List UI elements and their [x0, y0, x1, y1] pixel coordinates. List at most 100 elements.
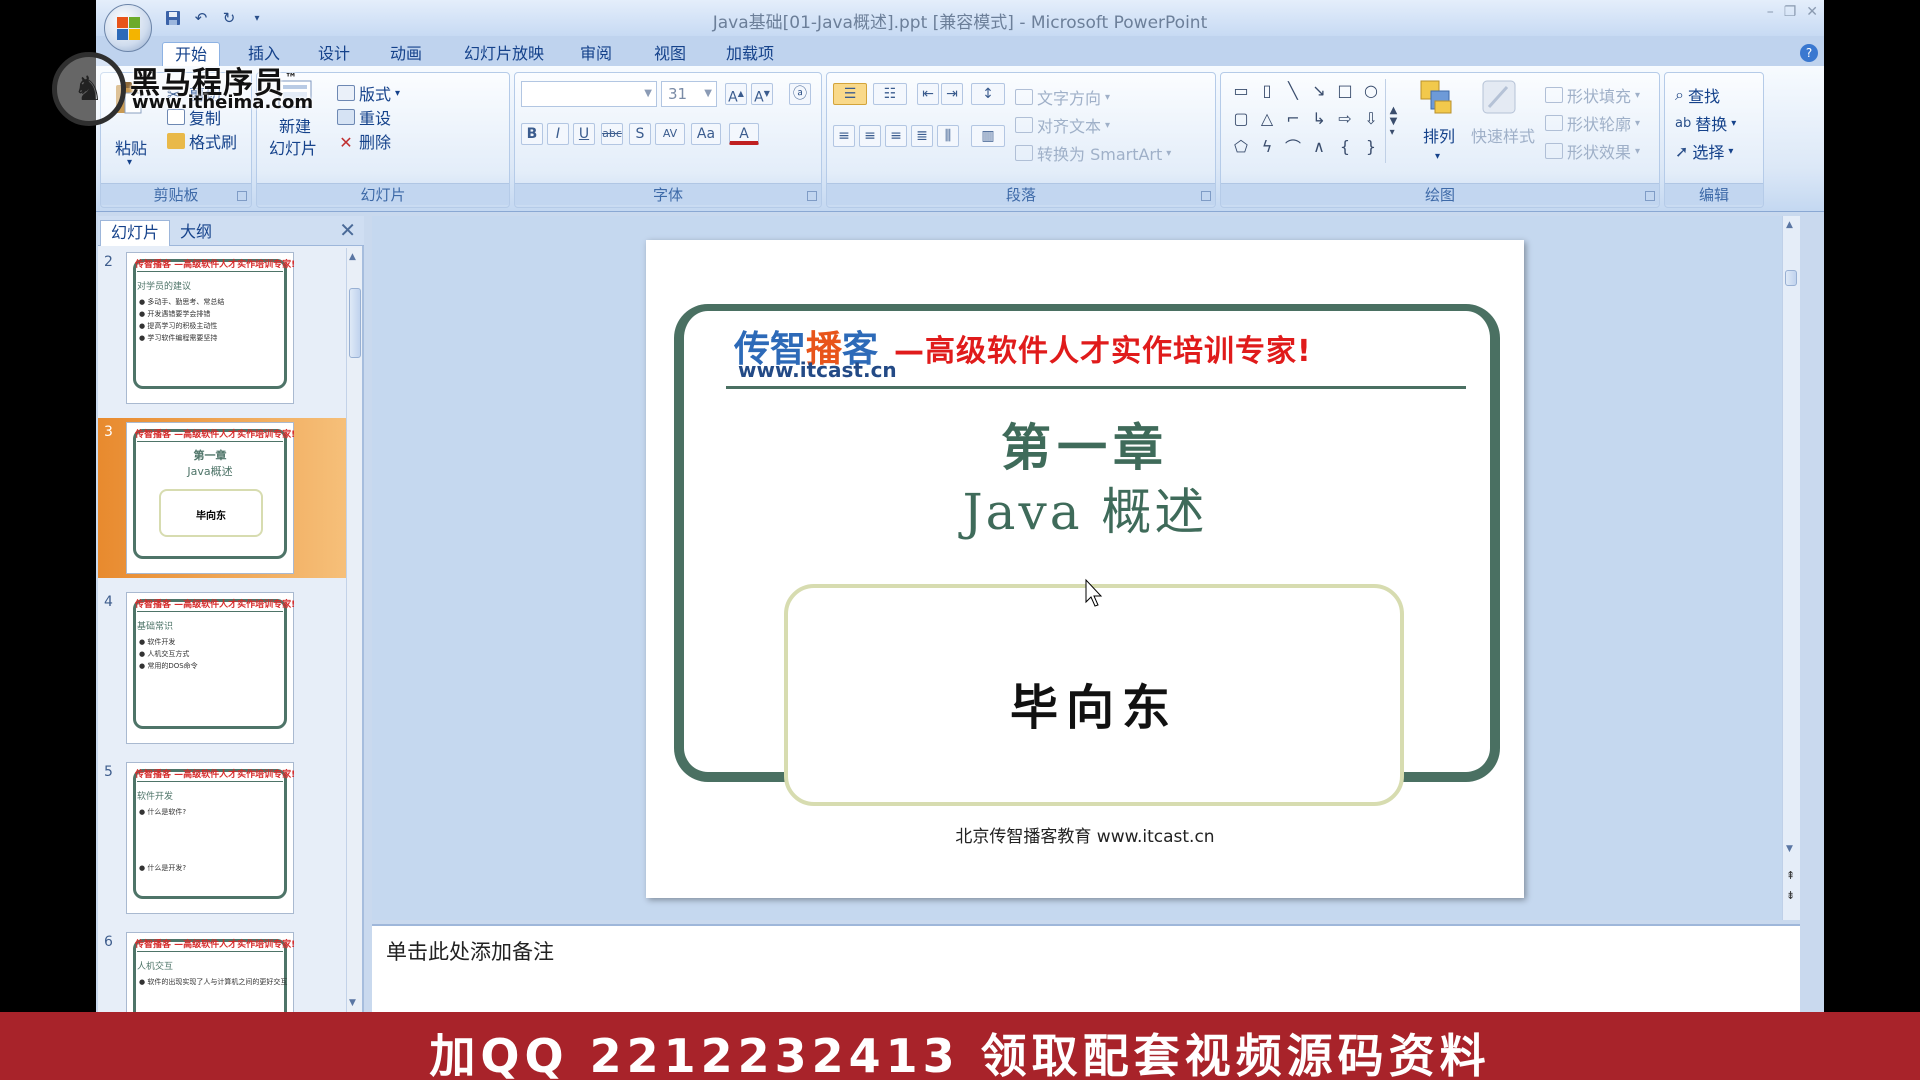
- distribute-button[interactable]: ⫼: [937, 125, 959, 147]
- new-slide-label-2[interactable]: 幻灯片: [269, 135, 317, 159]
- textbox-shape-icon[interactable]: ▭: [1229, 79, 1253, 101]
- reset-button[interactable]: 重设: [337, 105, 391, 129]
- rounded-rect-shape-icon[interactable]: ▢: [1229, 107, 1253, 129]
- thumbnail-slide-3-selected[interactable]: 3 传智播客 —高级软件人才实作培训专家! 第一章 Java概述 毕向东: [98, 418, 348, 578]
- elbow-arrow-shape-icon[interactable]: ↳: [1307, 107, 1331, 129]
- tab-slides[interactable]: 幻灯片: [100, 220, 171, 246]
- notes-placeholder[interactable]: 单击此处添加备注: [386, 936, 554, 966]
- justify-button[interactable]: ≣: [911, 125, 933, 147]
- arrow-line-shape-icon[interactable]: ↘: [1307, 79, 1331, 101]
- select-button[interactable]: ➚ 选择 ▾: [1675, 139, 1733, 163]
- author-box[interactable]: 毕向东: [784, 584, 1404, 806]
- lightning-shape-icon[interactable]: ϟ: [1255, 135, 1279, 157]
- paragraph-launcher-icon[interactable]: [1201, 191, 1211, 201]
- scroll-up-icon[interactable]: ▲: [349, 252, 356, 262]
- shrink-font-button[interactable]: A▼: [751, 83, 773, 106]
- arrange-dropdown-icon[interactable]: ▾: [1435, 151, 1440, 162]
- notes-pane[interactable]: 单击此处添加备注: [372, 924, 1800, 1012]
- quick-styles-label[interactable]: 快速样式: [1471, 123, 1535, 147]
- shadow-button[interactable]: S: [629, 123, 651, 145]
- bullets-button[interactable]: ☰: [833, 83, 867, 105]
- quick-styles-icon[interactable]: [1479, 77, 1519, 117]
- slide-3[interactable]: 传智播客 www.itcast.cn —高级软件人才实作培训专家! 第一章 Ja…: [646, 240, 1524, 898]
- convert-smartart-button[interactable]: 转换为 SmartArt ▾: [1015, 141, 1171, 165]
- font-launcher-icon[interactable]: [807, 191, 817, 201]
- elbow-connector-shape-icon[interactable]: ⌐: [1281, 107, 1305, 129]
- help-icon[interactable]: ?: [1800, 44, 1818, 62]
- align-left-button[interactable]: ≡: [833, 125, 855, 147]
- text-direction-button[interactable]: 文字方向 ▾: [1015, 85, 1110, 109]
- layout-button[interactable]: 版式 ▾: [337, 81, 400, 105]
- restore-icon[interactable]: ❐: [1784, 4, 1797, 20]
- align-right-button[interactable]: ≡: [885, 125, 907, 147]
- arrange-icon[interactable]: [1417, 77, 1457, 117]
- line-shape-icon[interactable]: ╲: [1281, 79, 1305, 101]
- thumbnail-slide-6[interactable]: 6 传智播客 —高级软件人才实作培训专家! 人机交互 ● 软件的出现实现了人与计…: [98, 928, 348, 1012]
- font-name-combo[interactable]: ▼: [521, 81, 657, 107]
- paste-dropdown-icon[interactable]: ▾: [127, 157, 132, 168]
- font-color-button[interactable]: A: [729, 123, 759, 145]
- office-button[interactable]: [104, 4, 152, 52]
- strikethrough-button[interactable]: abc: [601, 123, 623, 145]
- thumbnail-image[interactable]: 传智播客 —高级软件人才实作培训专家! 软件开发 ● 什么是软件? ● 什么是开…: [126, 762, 295, 914]
- line-spacing-button[interactable]: ↕: [971, 83, 1005, 105]
- font-size-combo[interactable]: 31 ▼: [661, 81, 717, 107]
- thumbnail-slide-4[interactable]: 4 传智播客 —高级软件人才实作培训专家! 基础常识 ● 软件开发 ● 人机交互…: [98, 588, 348, 748]
- shape-effects-button[interactable]: 形状效果 ▾: [1545, 139, 1640, 163]
- next-slide-icon[interactable]: ⇟: [1786, 889, 1795, 902]
- slide-chapter-title[interactable]: 第一章: [646, 408, 1524, 480]
- scroll-down-icon[interactable]: ▼: [1786, 844, 1793, 854]
- tab-view[interactable]: 视图: [642, 42, 698, 68]
- replace-button[interactable]: ab 替换 ▾: [1675, 111, 1736, 135]
- thumbnail-image[interactable]: 传智播客 —高级软件人才实作培训专家! 第一章 Java概述 毕向东: [126, 422, 295, 574]
- decrease-indent-button[interactable]: ⇤: [917, 83, 939, 105]
- curve-shape-icon[interactable]: ⌒: [1281, 135, 1305, 157]
- down-arrow-shape-icon[interactable]: ⇩: [1359, 107, 1383, 129]
- char-spacing-button[interactable]: AV: [655, 123, 685, 145]
- thumbnail-slide-2[interactable]: 2 传智播客 —高级软件人才实作培训专家! 对学员的建议 ● 多动手、勤思考、常…: [98, 248, 348, 408]
- tab-design[interactable]: 设计: [306, 42, 362, 68]
- align-text-button[interactable]: 对齐文本 ▾: [1015, 113, 1110, 137]
- italic-button[interactable]: I: [547, 123, 569, 145]
- minimize-icon[interactable]: –: [1767, 4, 1774, 20]
- delete-slide-button[interactable]: ✕ 删除: [337, 129, 391, 153]
- rectangle-shape-icon[interactable]: □: [1333, 79, 1357, 101]
- oval-shape-icon[interactable]: ○: [1359, 79, 1383, 101]
- scroll-down-icon[interactable]: ▼: [349, 998, 356, 1008]
- shape-fill-button[interactable]: 形状填充 ▾: [1545, 83, 1640, 107]
- grow-font-button[interactable]: A▲: [725, 83, 747, 106]
- increase-indent-button[interactable]: ⇥: [941, 83, 963, 105]
- new-slide-label-1[interactable]: 新建: [279, 113, 311, 137]
- thumbnail-scrollbar[interactable]: ▲ ▼: [346, 248, 362, 1012]
- thumbnail-image[interactable]: 传智播客 —高级软件人才实作培训专家! 对学员的建议 ● 多动手、勤思考、常总结…: [126, 252, 295, 404]
- columns-button[interactable]: ▥: [971, 125, 1005, 147]
- thumbnail-image[interactable]: 传智播客 —高级软件人才实作培训专家! 人机交互 ● 软件的出现实现了人与计算机…: [126, 932, 295, 1012]
- format-painter-button[interactable]: 格式刷: [167, 129, 237, 153]
- change-case-button[interactable]: Aa: [691, 123, 721, 145]
- tab-slideshow[interactable]: 幻灯片放映: [452, 42, 556, 68]
- right-brace-shape-icon[interactable]: }: [1359, 135, 1383, 157]
- close-icon[interactable]: ✕: [339, 218, 356, 242]
- scrollbar-thumb[interactable]: [349, 288, 361, 358]
- tab-outline[interactable]: 大纲: [170, 220, 222, 246]
- tab-review[interactable]: 审阅: [568, 42, 624, 68]
- triangle-shape-icon[interactable]: △: [1255, 107, 1279, 129]
- bold-button[interactable]: B: [521, 123, 543, 145]
- left-brace-shape-icon[interactable]: {: [1333, 135, 1357, 157]
- scrollbar-thumb[interactable]: [1785, 270, 1797, 286]
- numbering-button[interactable]: ☷: [873, 83, 907, 105]
- previous-slide-icon[interactable]: ⇞: [1786, 869, 1795, 882]
- underline-button[interactable]: U: [573, 123, 595, 145]
- clear-format-icon[interactable]: ⓐ: [789, 83, 811, 105]
- pentagon-shape-icon[interactable]: ⬠: [1229, 135, 1253, 157]
- paste-label[interactable]: 粘贴: [115, 135, 147, 159]
- right-arrow-shape-icon[interactable]: ⇨: [1333, 107, 1357, 129]
- tab-animations[interactable]: 动画: [378, 42, 434, 68]
- clipboard-launcher-icon[interactable]: [237, 191, 247, 201]
- thumbnail-slide-5[interactable]: 5 传智播客 —高级软件人才实作培训专家! 软件开发 ● 什么是软件? ● 什么…: [98, 758, 348, 918]
- vertical-textbox-shape-icon[interactable]: ▯: [1255, 79, 1279, 101]
- arrange-label[interactable]: 排列: [1423, 123, 1455, 147]
- freeform-shape-icon[interactable]: ∧: [1307, 135, 1331, 157]
- tab-addins[interactable]: 加载项: [714, 42, 786, 68]
- canvas-scrollbar[interactable]: ▲ ▼ ⇞ ⇟: [1782, 216, 1800, 920]
